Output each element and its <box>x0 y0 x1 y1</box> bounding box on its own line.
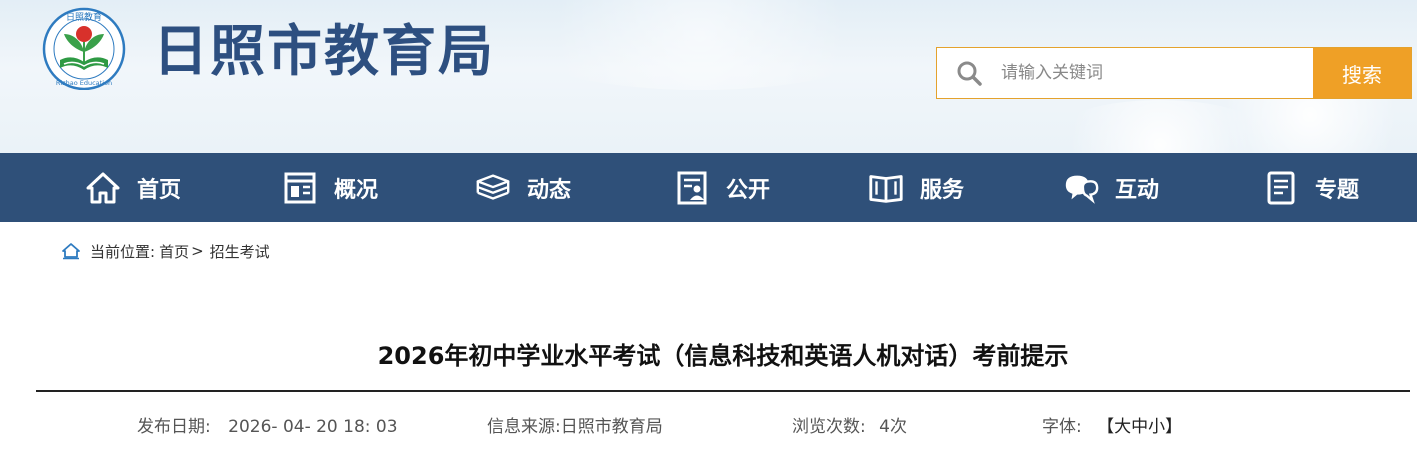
main-nav: 首页 概况 动态 公开 服务 互动 专题 <box>0 153 1417 222</box>
breadcrumb-home-link[interactable]: 首页 <box>159 241 189 262</box>
font-label: 字体: <box>1042 417 1082 437</box>
font-bracket-open: 【 <box>1097 417 1115 437</box>
font-medium-button[interactable]: 中 <box>1131 417 1148 437</box>
breadcrumb-separator: > <box>191 242 204 260</box>
source-label: 信息来源: <box>487 417 561 437</box>
source-value: 日照市教育局 <box>560 417 663 437</box>
site-title[interactable]: 日照市教育局 <box>153 16 495 86</box>
overview-icon <box>281 169 319 207</box>
home-icon <box>84 169 122 207</box>
search-button[interactable]: 搜索 <box>1313 48 1411 98</box>
nav-item-label: 专题 <box>1315 177 1360 203</box>
font-size-control: 字体: 【大中小】 <box>1042 412 1182 437</box>
article-title: 2026年初中学业水平考试（信息科技和英语人机对话）考前提示 <box>377 342 1069 370</box>
breadcrumb-home-icon <box>62 243 80 260</box>
nav-item-label: 概况 <box>334 177 379 203</box>
chat-icon <box>1062 169 1100 207</box>
views-label: 浏览次数: <box>792 417 866 437</box>
search-input[interactable] <box>1001 48 1313 98</box>
banner-cloud <box>500 0 900 90</box>
font-large-button[interactable]: 大 <box>1114 417 1131 437</box>
title-divider <box>36 390 1410 392</box>
breadcrumb: 当前位置: 首页 > 招生考试 <box>62 240 270 262</box>
search-box: 搜索 <box>936 47 1412 99</box>
nav-item-label: 服务 <box>920 177 965 203</box>
nav-item-label: 动态 <box>527 177 572 203</box>
nav-item-home[interactable]: 首页 <box>84 153 181 222</box>
publish-date: 发布日期: 2026- 04- 20 18: 03 <box>137 412 398 437</box>
document-icon <box>1262 169 1300 207</box>
svg-text:Rizhao Education: Rizhao Education <box>56 79 112 87</box>
book-icon <box>867 169 905 207</box>
info-source: 信息来源:日照市教育局 <box>487 412 663 437</box>
publish-date-value: 2026- 04- 20 18: 03 <box>228 417 398 437</box>
nav-item-label: 首页 <box>137 177 182 203</box>
breadcrumb-current-link[interactable]: 招生考试 <box>210 241 270 262</box>
site-logo[interactable]: 日照教育 Rizhao Education <box>36 4 132 90</box>
font-bracket-close: 】 <box>1165 417 1183 437</box>
nav-item-label: 公开 <box>726 177 771 203</box>
views-value: 4次 <box>879 417 907 437</box>
font-small-button[interactable]: 小 <box>1148 417 1165 437</box>
nav-item-label: 互动 <box>1115 177 1160 203</box>
nav-item-service[interactable]: 服务 <box>867 153 964 222</box>
nav-item-interact[interactable]: 互动 <box>1062 153 1159 222</box>
nav-item-news[interactable]: 动态 <box>474 153 571 222</box>
news-stack-icon <box>474 169 512 207</box>
nav-item-topics[interactable]: 专题 <box>1262 153 1359 222</box>
view-count: 浏览次数: 4次 <box>792 412 907 437</box>
disclosure-icon <box>673 169 711 207</box>
search-icon[interactable] <box>937 48 1001 98</box>
breadcrumb-prefix: 当前位置: <box>90 242 156 261</box>
nav-item-overview[interactable]: 概况 <box>281 153 378 222</box>
svg-text:日照教育: 日照教育 <box>66 11 102 23</box>
publish-date-label: 发布日期: <box>137 417 211 437</box>
nav-item-disclosure[interactable]: 公开 <box>673 153 770 222</box>
header-banner: 日照教育 Rizhao Education 日照市教育局 搜索 <box>0 0 1417 153</box>
